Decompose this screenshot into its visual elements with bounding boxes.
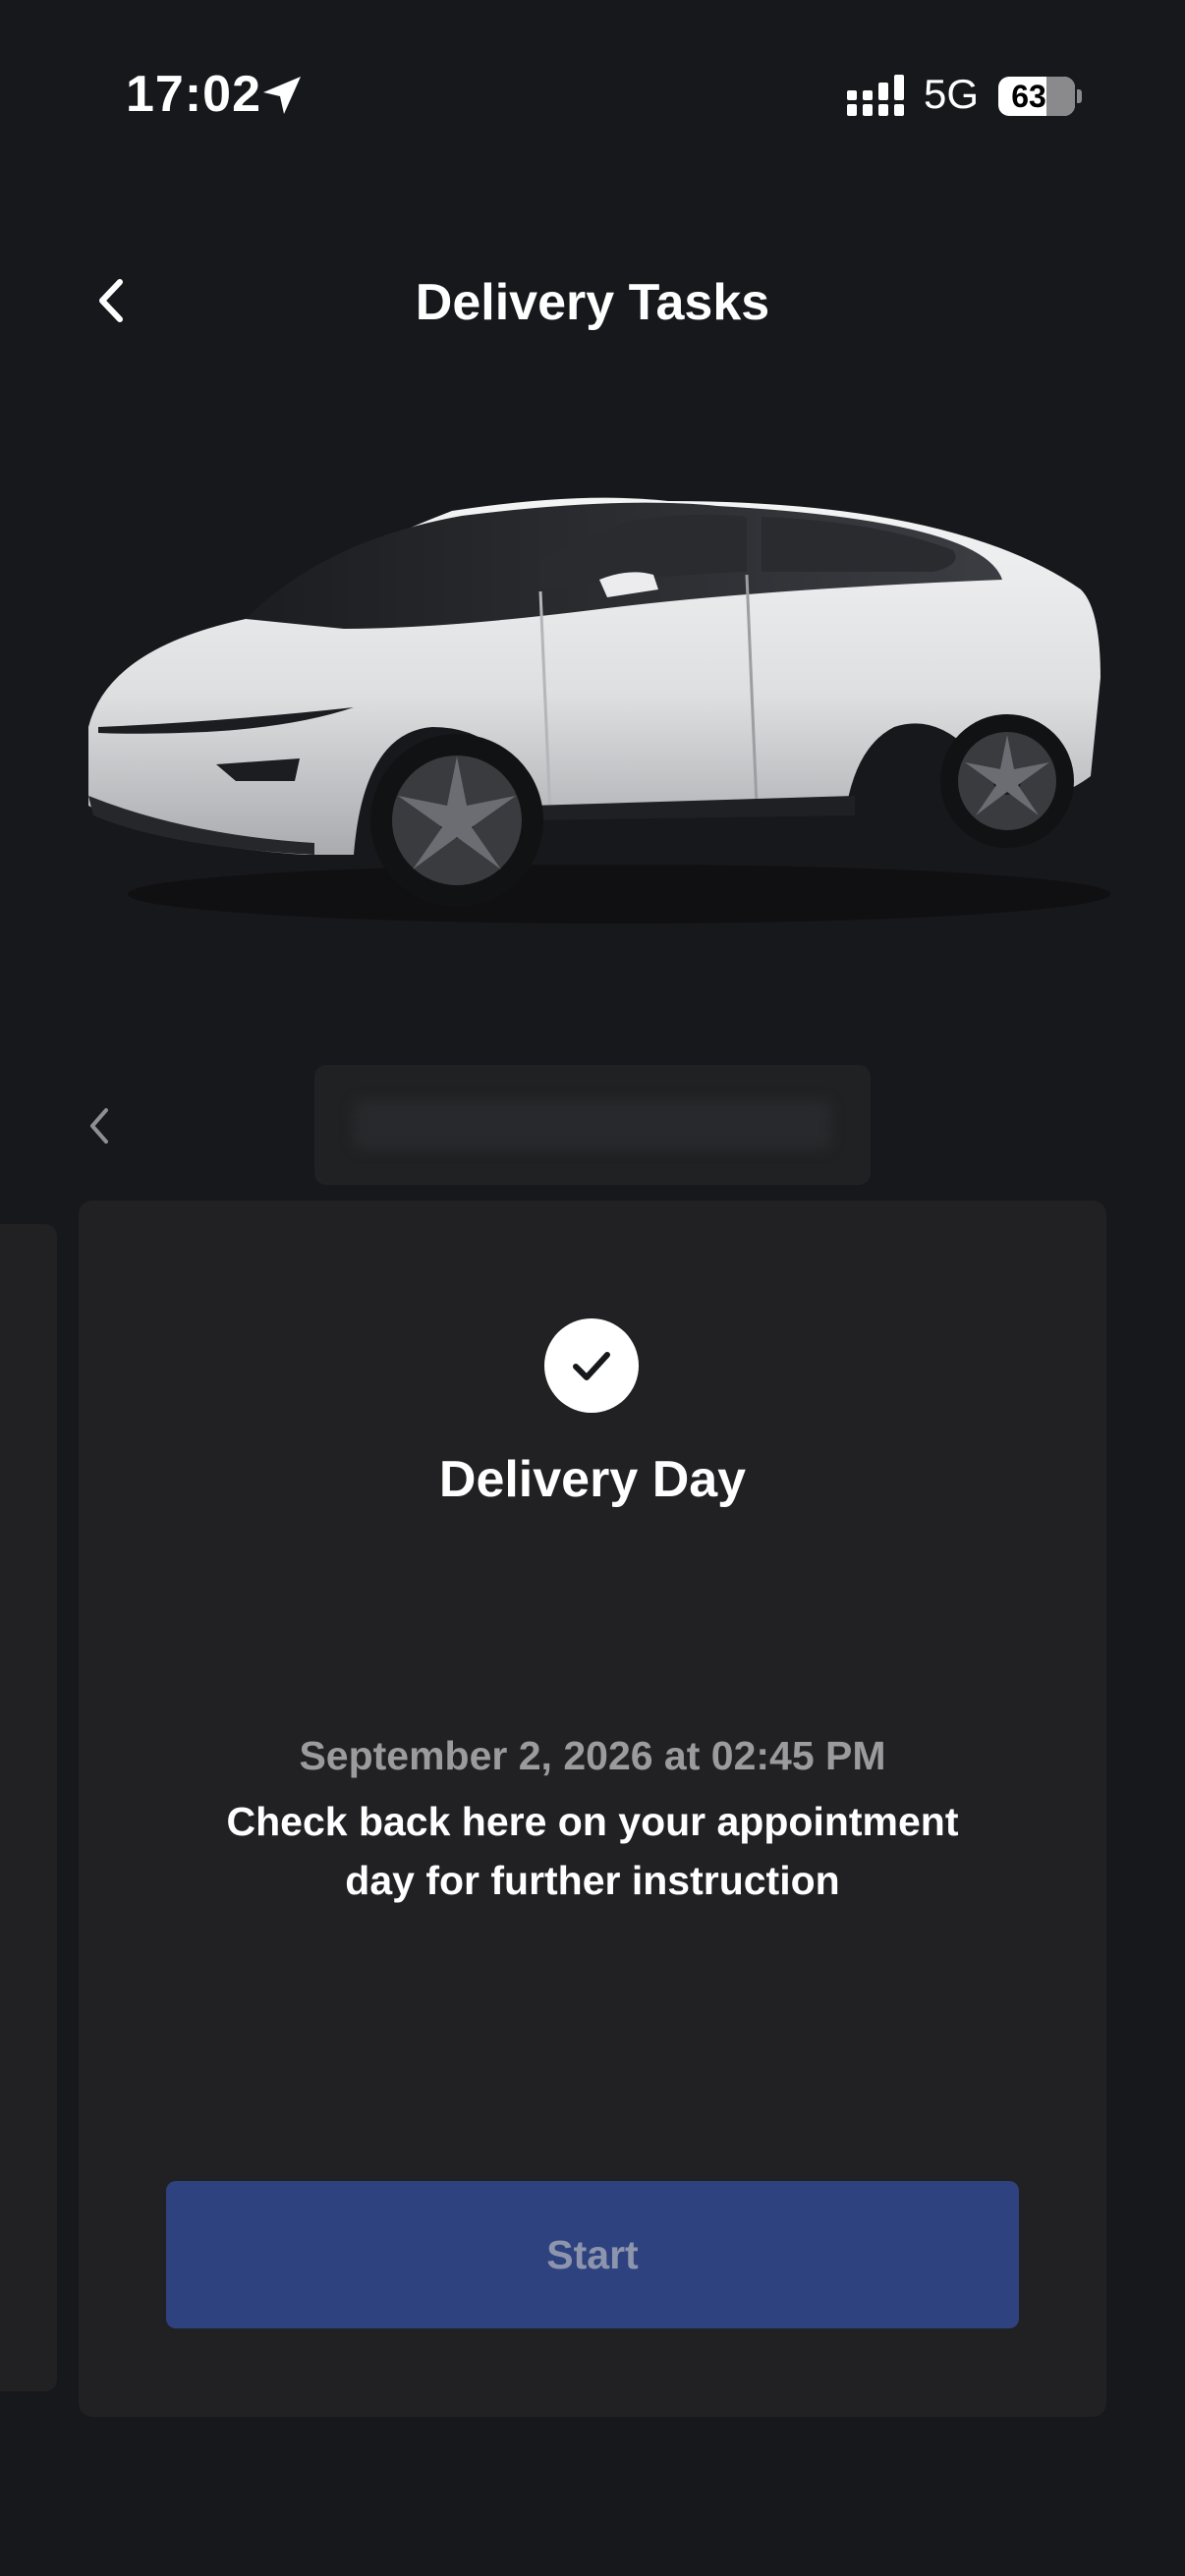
battery-icon: 63 bbox=[998, 77, 1083, 116]
start-button[interactable]: Start bbox=[166, 2181, 1019, 2328]
chevron-left-icon bbox=[90, 1108, 108, 1144]
task-complete-badge bbox=[544, 1318, 639, 1413]
cellular-signal-icon bbox=[847, 75, 904, 116]
page-title: Delivery Tasks bbox=[415, 274, 770, 331]
task-title: Delivery Day bbox=[438, 1451, 747, 1508]
status-time: 17:02 bbox=[126, 66, 261, 123]
status-bar: 17:02 5G 63 bbox=[0, 0, 1185, 196]
vehicle-image bbox=[88, 497, 1110, 924]
vehicle-selector bbox=[0, 1063, 1185, 1191]
battery-percent: 63 bbox=[1011, 79, 1046, 114]
task-instruction: Check back here on your appointment day … bbox=[226, 1799, 959, 1903]
header: Delivery Tasks bbox=[0, 246, 1185, 364]
checkmark-icon bbox=[573, 1352, 610, 1380]
location-arrow-icon bbox=[263, 77, 301, 114]
task-card-delivery-day: Delivery Day September 2, 2026 at 02:45 … bbox=[79, 1201, 1106, 2417]
previous-task-card[interactable] bbox=[0, 1224, 57, 2391]
network-type: 5G bbox=[924, 71, 980, 117]
appointment-datetime: September 2, 2026 at 02:45 PM bbox=[299, 1733, 886, 1778]
vehicle-name-redacted[interactable] bbox=[314, 1065, 871, 1185]
previous-vehicle-button[interactable] bbox=[77, 1096, 120, 1155]
